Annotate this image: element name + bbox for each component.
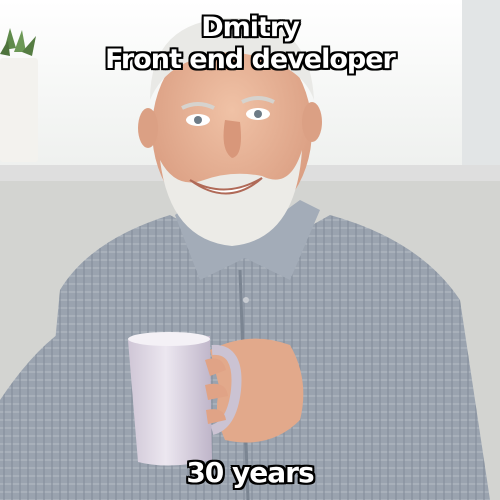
ear-right xyxy=(302,102,322,142)
meme-image: Dmitry Front end developer 30 years xyxy=(0,0,500,500)
bottom-caption: 30 years xyxy=(186,456,314,489)
top-caption: Dmitry Front end developer xyxy=(0,12,500,76)
ear-left xyxy=(138,108,158,148)
caption-role: Front end developer xyxy=(105,44,396,75)
caption-name: Dmitry xyxy=(201,12,300,43)
